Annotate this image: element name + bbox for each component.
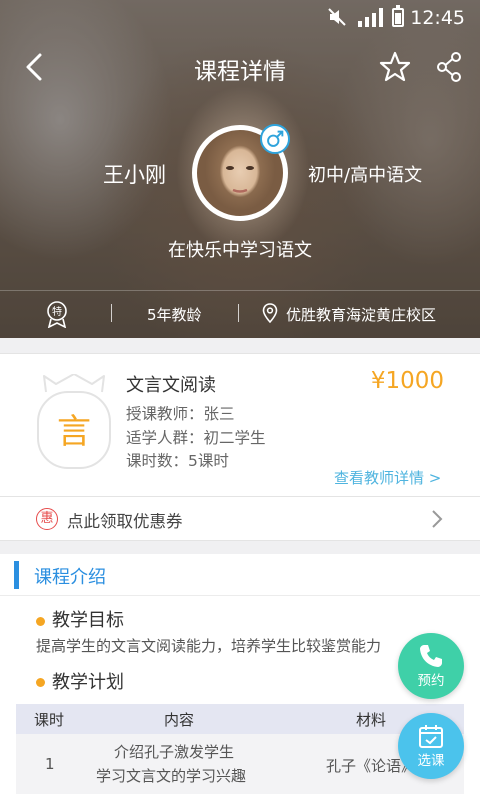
teacher-slogan: 在快乐中学习语文 — [168, 240, 312, 261]
course-price: ¥1000 — [370, 368, 444, 394]
section-accent-bar — [14, 561, 19, 589]
status-time: 12:45 — [410, 7, 465, 29]
cell-lesson: 1 — [45, 755, 55, 773]
header-lesson: 课时 — [34, 711, 65, 729]
info-separator — [238, 304, 239, 322]
cell-content-line2: 学习文言文的学习兴趣 — [96, 767, 247, 785]
book-label: 预约 — [417, 673, 445, 689]
teaching-years: 5年教龄 — [147, 306, 202, 324]
signal-icon — [358, 8, 384, 27]
plan-table-header: 课时 内容 材料 — [16, 704, 464, 734]
location-pin-icon — [262, 303, 278, 323]
battery-icon — [392, 5, 404, 27]
calendar-check-icon — [419, 725, 443, 748]
coupon-text: 点此领取优惠券 — [67, 512, 183, 531]
mute-icon — [328, 8, 346, 26]
nav-bar: 课程详情 — [0, 40, 480, 94]
campus-name: 优胜教育海淀黄庄校区 — [286, 306, 437, 324]
course-name: 文言文阅读 — [126, 375, 216, 396]
book-button[interactable]: 预约 — [398, 633, 464, 699]
view-teacher-details-link[interactable]: 查看教师详情 > — [334, 467, 441, 488]
table-row: 1 介绍孔子激发学生 学习文言文的学习兴趣 孔子《论语》 — [16, 734, 464, 794]
header-divider — [0, 290, 480, 291]
course-icon-char: 言 — [57, 412, 91, 452]
course-icon: 言 — [37, 374, 111, 469]
teacher-name: 王小刚 — [103, 163, 166, 187]
header-content: 内容 — [164, 711, 195, 729]
share-button[interactable] — [436, 50, 462, 84]
course-teacher: 授课教师：张三 — [126, 405, 235, 423]
male-gender-icon — [260, 124, 290, 154]
teacher-subject: 初中/高中语文 — [308, 165, 423, 186]
plan-title: 教学计划 — [52, 672, 124, 693]
header-material: 材料 — [356, 711, 387, 729]
cell-content-line1: 介绍孔子激发学生 — [114, 743, 235, 761]
special-teacher-icon: 特 — [47, 301, 67, 328]
goal-title: 教学目标 — [52, 610, 124, 631]
favorite-star-button[interactable] — [378, 50, 412, 84]
bullet-dot — [36, 678, 45, 687]
chevron-right-icon — [432, 510, 443, 528]
special-badge-label: 特 — [52, 306, 62, 318]
goal-text: 提高学生的文言文阅读能力，培养学生比较鉴赏能力 — [36, 637, 382, 655]
course-card: 言 文言文阅读 ¥1000 授课教师：张三 适学人群：初二学生 课时数：5课时 … — [0, 353, 480, 497]
select-course-button[interactable]: 选课 — [398, 713, 464, 779]
teacher-header: 12:45 课程详情 王小刚 初中/高中语文 在快乐中学习语文 特 5年教龄 优… — [0, 0, 480, 338]
intro-header: 课程介绍 — [0, 554, 480, 596]
status-bar: 12:45 — [0, 0, 480, 34]
course-audience: 适学人群：初二学生 — [126, 429, 266, 447]
select-course-label: 选课 — [417, 753, 445, 769]
coupon-badge-icon: 惠 — [36, 508, 58, 530]
intro-title: 课程介绍 — [34, 567, 106, 588]
bullet-dot — [36, 617, 45, 626]
back-button[interactable] — [20, 50, 52, 84]
course-hours: 课时数：5课时 — [126, 452, 229, 470]
coupon-row[interactable]: 惠 点此领取优惠券 — [0, 497, 480, 541]
info-separator — [111, 304, 112, 322]
phone-icon — [420, 645, 442, 667]
